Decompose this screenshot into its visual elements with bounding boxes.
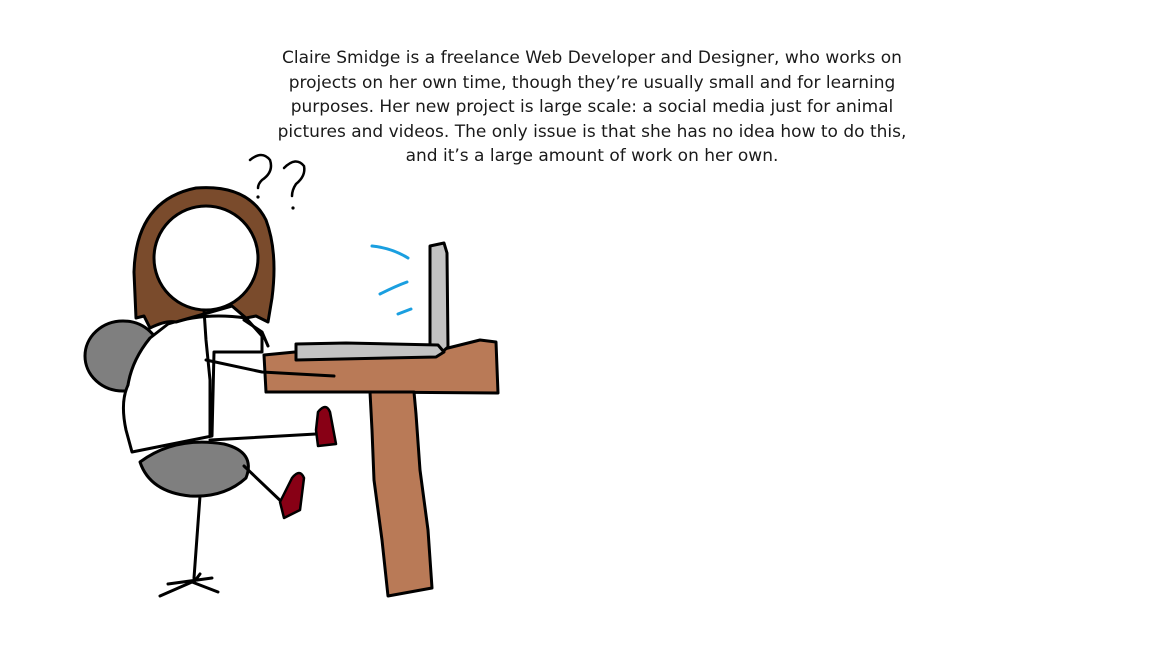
story-caption: Claire Smidge is a freelance Web Develop… xyxy=(262,46,922,169)
shoe-lower xyxy=(278,471,306,520)
chair-stem xyxy=(192,494,202,580)
screen-glow xyxy=(370,244,413,316)
glow-line-2 xyxy=(378,280,409,296)
shoe-upper xyxy=(314,405,338,448)
laptop xyxy=(294,241,450,362)
caption-line-2: projects on her own time, though they’re… xyxy=(288,72,896,93)
desk-leg xyxy=(368,390,434,598)
chair-base xyxy=(158,494,220,598)
laptop-base xyxy=(294,341,446,362)
question-mark-dot xyxy=(291,206,295,210)
question-mark-dot xyxy=(256,195,260,199)
chair-foot xyxy=(158,572,220,598)
caption-line-1: Claire Smidge is a freelance Web Develop… xyxy=(282,48,902,68)
desk xyxy=(262,338,500,598)
head xyxy=(152,204,260,312)
glow-line-1 xyxy=(370,244,410,260)
glow-line-3 xyxy=(396,307,413,316)
caption-line-5: and it’s a large amount of work on her o… xyxy=(405,146,779,166)
leg-upper xyxy=(208,432,318,442)
chair-seat xyxy=(138,440,250,498)
laptop-screen xyxy=(428,241,450,355)
caption-line-4: pictures and videos. The only issue is t… xyxy=(277,121,907,142)
caption-line-3: purposes. Her new project is large scale… xyxy=(290,97,894,117)
